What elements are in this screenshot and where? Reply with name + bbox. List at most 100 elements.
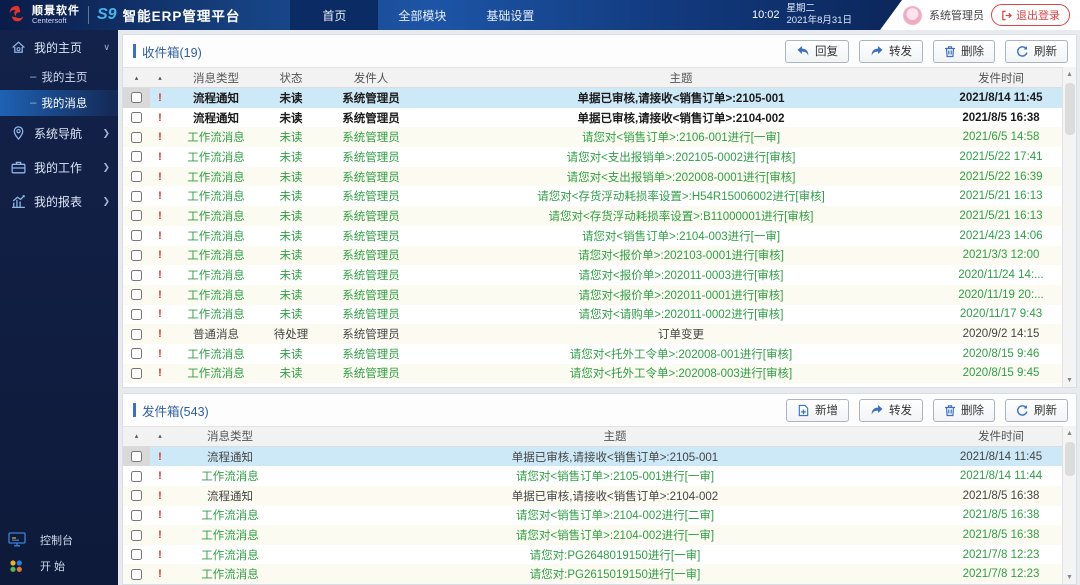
sidebar-item-2[interactable]: 我的工作 ❯	[0, 150, 118, 184]
row-checkbox[interactable]	[131, 270, 142, 281]
table-row[interactable]: !工作流消息未读系统管理员请您对<托外工令单>:202008-001进行[审核]…	[123, 344, 1062, 364]
header-type[interactable]: 消息类型	[170, 70, 262, 86]
inbox-reply-button[interactable]: 回复	[785, 40, 849, 63]
row-checkbox[interactable]	[131, 250, 142, 261]
table-row[interactable]: !工作流消息未读系统管理员请您对<支出报销单>:202008-0001进行[审核…	[123, 167, 1062, 187]
table-row[interactable]: !流程通知未读系统管理员单据已审核,请接收<销售订单>:2104-0022021…	[123, 108, 1062, 128]
inbox-scrollbar[interactable]: ▲ ▼	[1062, 67, 1076, 387]
forward-icon	[870, 45, 884, 58]
inbox-forward-button[interactable]: 转发	[859, 40, 923, 63]
row-checkbox[interactable]	[131, 471, 142, 482]
outbox-trash-button[interactable]: 删除	[933, 399, 995, 422]
cell-subject: 请您对<销售订单>:2104-002进行[一审]	[290, 527, 940, 543]
scroll-thumb[interactable]	[1065, 442, 1075, 476]
table-row[interactable]: !工作流消息未读系统管理员请您对<存货浮动耗损率设置>:B11000001进行[…	[123, 206, 1062, 226]
cell-type: 工作流消息	[170, 346, 262, 362]
table-row[interactable]: !流程通知未读系统管理员单据已审核,请接收<销售订单>:2105-0012021…	[123, 88, 1062, 108]
cell-sender: 系统管理员	[320, 149, 422, 165]
outbox-title: 发件箱(543)	[133, 401, 209, 420]
inbox-trash-button[interactable]: 删除	[933, 40, 995, 63]
table-row[interactable]: !工作流消息未读系统管理员请您对<存货浮动耗损率设置>:H54R15006002…	[123, 186, 1062, 206]
table-row[interactable]: !普通消息待处理系统管理员订单变更2020/9/2 14:15	[123, 324, 1062, 344]
row-checkbox[interactable]	[131, 329, 142, 340]
header-check[interactable]: ▴	[123, 74, 150, 82]
row-checkbox[interactable]	[131, 191, 142, 202]
sidebar-item-1[interactable]: 系统导航 ❯	[0, 116, 118, 150]
header-time[interactable]: 发件时间	[940, 70, 1062, 86]
cell-time: 2021/8/5 16:38	[940, 112, 1062, 124]
row-checkbox[interactable]	[131, 112, 142, 123]
table-row[interactable]: !工作流消息未读系统管理员请您对<销售订单>:2104-003进行[一审]202…	[123, 226, 1062, 246]
row-checkbox[interactable]	[131, 549, 142, 560]
sidebar-subitem-0-1[interactable]: –我的消息	[0, 90, 118, 116]
sidebar-item-0[interactable]: 我的主页 ∨	[0, 30, 118, 64]
outbox-scrollbar[interactable]: ▲ ▼	[1062, 426, 1076, 584]
row-checkbox[interactable]	[131, 569, 142, 580]
table-row[interactable]: !工作流消息请您对:PG2648019150进行[一审]2021/7/8 12:…	[123, 545, 1062, 565]
cell-sender: 系统管理员	[320, 129, 422, 145]
cell-subject: 单据已审核,请接收<销售订单>:2104-002	[422, 110, 940, 126]
sidebar-footer-console[interactable]: 控制台	[0, 527, 118, 553]
header-flag[interactable]: ▴	[150, 74, 170, 82]
table-row[interactable]: !工作流消息未读系统管理员请您对<报价单>:202011-0001进行[审核]2…	[123, 285, 1062, 305]
cell-status: 待处理	[262, 326, 320, 342]
row-checkbox[interactable]	[131, 132, 142, 143]
header-subject[interactable]: 主题	[422, 70, 940, 86]
table-row[interactable]: !流程通知单据已审核,请接收<销售订单>:2104-0022021/8/5 16…	[123, 486, 1062, 506]
sidebar-item-3[interactable]: 我的报表 ❯	[0, 184, 118, 218]
header-check[interactable]: ▴	[123, 432, 150, 440]
scroll-down-icon[interactable]: ▼	[1063, 570, 1076, 584]
sidebar-subitem-0-0[interactable]: –我的主页	[0, 64, 118, 90]
scroll-thumb[interactable]	[1065, 83, 1075, 135]
table-row[interactable]: !工作流消息未读系统管理员请您对<支出报销单>:202105-0002进行[审核…	[123, 147, 1062, 167]
header-type[interactable]: 消息类型	[170, 428, 290, 444]
logout-button[interactable]: 退出登录	[991, 4, 1070, 26]
sidebar-menu: 我的主页 ∨–我的主页–我的消息 系统导航 ❯ 我的工作 ❯ 我的报表 ❯	[0, 30, 118, 218]
table-row[interactable]: !工作流消息请您对<销售订单>:2104-002进行[二审]2021/8/5 1…	[123, 506, 1062, 526]
table-row[interactable]: !工作流消息请您对<销售订单>:2105-001进行[一审]2021/8/14 …	[123, 466, 1062, 486]
outbox-newdoc-button[interactable]: 新增	[786, 399, 849, 422]
table-row[interactable]: !工作流消息未读系统管理员请您对<请购单>:202011-0002进行[审核]2…	[123, 305, 1062, 325]
row-checkbox[interactable]	[131, 510, 142, 521]
nav-tab-2[interactable]: 基础设置	[466, 0, 554, 30]
table-row[interactable]: !流程通知单据已审核,请接收<销售订单>:2105-0012021/8/14 1…	[123, 447, 1062, 467]
row-checkbox[interactable]	[131, 210, 142, 221]
row-checkbox[interactable]	[131, 368, 142, 379]
cell-time: 2020/11/17 9:43	[940, 308, 1062, 320]
table-row[interactable]: !工作流消息未读系统管理员请您对<托外工令单>:202008-003进行[审核]…	[123, 364, 1062, 384]
scroll-down-icon[interactable]: ▼	[1063, 373, 1076, 387]
row-checkbox[interactable]	[131, 348, 142, 359]
row-checkbox[interactable]	[131, 230, 142, 241]
sidebar-footer-start[interactable]: 开 始	[0, 553, 118, 579]
cell-check	[123, 490, 150, 501]
header-sender[interactable]: 发件人	[320, 70, 422, 86]
nav-tab-1[interactable]: 全部模块	[378, 0, 466, 30]
inbox-refresh-button[interactable]: 刷新	[1005, 40, 1068, 63]
row-checkbox[interactable]	[131, 451, 142, 462]
table-row[interactable]: !工作流消息请您对<销售订单>:2104-002进行[一审]2021/8/5 1…	[123, 525, 1062, 545]
table-row[interactable]: !工作流消息未读系统管理员请您对<报价单>:202103-0001进行[审核]2…	[123, 246, 1062, 266]
row-checkbox[interactable]	[131, 530, 142, 541]
row-checkbox[interactable]	[131, 92, 142, 103]
scroll-up-icon[interactable]: ▲	[1063, 426, 1076, 440]
cell-status: 未读	[262, 129, 320, 145]
table-row[interactable]: !工作流消息未读系统管理员请您对<报价单>:202011-0003进行[审核]2…	[123, 265, 1062, 285]
forward-icon	[870, 404, 884, 417]
table-row[interactable]: !工作流消息未读系统管理员请您对<销售订单>:2106-001进行[一审]202…	[123, 127, 1062, 147]
table-row[interactable]: !工作流消息请您对:PG2615019150进行[一审]2021/7/8 12:…	[123, 564, 1062, 584]
header-flag[interactable]: ▴	[150, 432, 170, 440]
outbox-forward-button[interactable]: 转发	[859, 399, 923, 422]
row-checkbox[interactable]	[131, 490, 142, 501]
header-subject[interactable]: 主题	[290, 428, 940, 444]
row-checkbox[interactable]	[131, 289, 142, 300]
cell-sender: 系统管理员	[320, 326, 422, 342]
row-checkbox[interactable]	[131, 171, 142, 182]
header-time[interactable]: 发件时间	[940, 428, 1062, 444]
row-checkbox[interactable]	[131, 151, 142, 162]
row-checkbox[interactable]	[131, 309, 142, 320]
header-status[interactable]: 状态	[262, 70, 320, 86]
outbox-refresh-button[interactable]: 刷新	[1005, 399, 1068, 422]
chevron-right-icon: ❯	[102, 196, 110, 207]
nav-tab-0[interactable]: 首页	[290, 0, 378, 30]
scroll-up-icon[interactable]: ▲	[1063, 67, 1076, 81]
